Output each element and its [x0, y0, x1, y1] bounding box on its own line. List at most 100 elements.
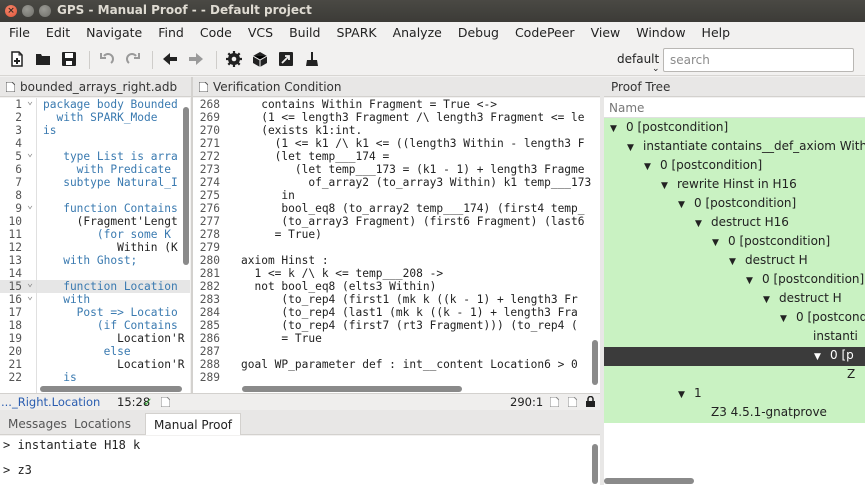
manual-proof-console[interactable]: > instantiate H18 k > z3: [0, 436, 600, 485]
proof-tree-node[interactable]: ▼ destruct H: [729, 251, 808, 270]
code-text: function Location: [43, 280, 178, 293]
open-folder-icon[interactable]: [35, 51, 51, 67]
fold-marker-icon[interactable]: ⌄: [27, 291, 33, 302]
broom-clean-icon[interactable]: [304, 51, 320, 67]
menu-find[interactable]: Find: [149, 25, 191, 40]
left-editor-vscrollbar[interactable]: [183, 107, 189, 265]
tab-verification-condition[interactable]: Verification Condition: [193, 77, 600, 97]
expander-triangle-icon[interactable]: ▼: [746, 272, 756, 291]
back-arrow-icon[interactable]: [162, 51, 178, 67]
tab-messages[interactable]: Messages: [0, 413, 75, 435]
expander-triangle-icon[interactable]: ▼: [627, 139, 637, 158]
code-text: is: [43, 124, 57, 137]
proof-tree-hscrollbar[interactable]: [604, 478, 694, 484]
proof-tree-node[interactable]: ▼ 0 [postcondition]: [746, 270, 864, 289]
box-build-icon[interactable]: [252, 51, 268, 67]
proof-tree-node[interactable]: ▼ destruct H: [763, 289, 842, 308]
vc-editor-vscrollbar[interactable]: [592, 340, 598, 385]
search-input[interactable]: [663, 48, 854, 72]
proof-tree-node[interactable]: ▼ 0 [postcondition]: [644, 156, 762, 175]
expander-triangle-icon[interactable]: ▼: [678, 196, 688, 215]
current-entity-link[interactable]: ..._Right.Location: [1, 395, 100, 409]
proof-tree-node[interactable]: ▼ 0 [p: [814, 346, 854, 365]
menu-codepeer[interactable]: CodePeer: [506, 25, 582, 40]
new-file-icon[interactable]: [9, 51, 25, 67]
expander-triangle-icon[interactable]: ▼: [763, 291, 773, 310]
menu-help[interactable]: Help: [693, 25, 738, 40]
proof-tree-node-label: 0 [p: [830, 348, 854, 362]
line-number: 19: [8, 332, 22, 345]
window-maximize-button[interactable]: [39, 5, 51, 17]
code-line: 12 Within (K: [0, 241, 190, 254]
expander-triangle-icon[interactable]: ▼: [814, 348, 824, 367]
lock-icon[interactable]: [586, 396, 595, 407]
code-text: Post => Locatio: [43, 306, 178, 319]
left-editor-hscrollbar[interactable]: [40, 386, 182, 392]
console-vscrollbar[interactable]: [592, 444, 598, 484]
code-text: goal WP_parameter def : int__content Loc…: [241, 358, 578, 371]
expander-triangle-icon[interactable]: ▼: [695, 215, 705, 234]
proof-tree-node-label: Z3 4.5.1-gnatprove: [711, 405, 827, 419]
expander-triangle-icon[interactable]: ▼: [661, 177, 671, 196]
proof-tree[interactable]: ▼ 0 [postcondition] ▼ instantiate contains_…: [604, 118, 865, 485]
proof-tree-node[interactable]: ▼ 0 [postcondition]: [712, 232, 830, 251]
menu-analyze[interactable]: Analyze: [384, 25, 449, 40]
fold-marker-icon[interactable]: ⌄: [27, 278, 33, 289]
fold-marker-icon[interactable]: ⌄: [27, 98, 33, 107]
gutter-separator: [36, 98, 37, 394]
expander-triangle-icon[interactable]: ▼: [644, 158, 654, 177]
source-editor[interactable]: 1 package body Bounded 2 with SPARK_Mode 3 i…: [0, 98, 190, 393]
menu-file[interactable]: File: [0, 25, 37, 40]
gear-build-icon[interactable]: [226, 51, 242, 67]
menu-spark[interactable]: SPARK: [327, 25, 383, 40]
proof-tree-node[interactable]: ▼ 0 [postcondition]: [780, 308, 865, 327]
proof-tree-node[interactable]: ▼ 0 [postcondition]: [610, 118, 728, 137]
undo-icon[interactable]: [99, 51, 115, 67]
proof-tree-node[interactable]: Z3 4.5.1-gnatprove: [695, 403, 827, 422]
code-line: 270 (exists k1:int.: [193, 124, 600, 137]
proof-tree-header[interactable]: Proof Tree: [604, 77, 865, 97]
expander-triangle-icon[interactable]: ▼: [712, 234, 722, 253]
proof-tree-node[interactable]: ▼ 0 [postcondition]: [678, 194, 796, 213]
line-number: 13: [8, 254, 22, 267]
proof-tree-node[interactable]: instanti: [797, 327, 858, 346]
proof-tree-node[interactable]: ▼ destruct H16: [695, 213, 789, 232]
code-text: with SPARK_Mode: [43, 111, 158, 124]
menu-debug[interactable]: Debug: [449, 25, 506, 40]
save-icon[interactable]: [61, 51, 77, 67]
tab-manual-proof[interactable]: Manual Proof: [145, 413, 242, 435]
proof-tree-node[interactable]: ▼ rewrite Hinst in H16: [661, 175, 797, 194]
chevron-down-icon[interactable]: ⌄: [652, 64, 660, 74]
menu-edit[interactable]: Edit: [37, 25, 77, 40]
run-icon[interactable]: [278, 51, 294, 67]
proof-tree-node[interactable]: ▼ 1: [678, 384, 702, 403]
menu-navigate[interactable]: Navigate: [77, 25, 149, 40]
menu-view[interactable]: View: [582, 25, 628, 40]
code-line: 281 1 <= k /\ k <= temp___208 ->: [193, 267, 600, 280]
console-line: > z3: [3, 463, 32, 477]
menu-window[interactable]: Window: [627, 25, 692, 40]
proof-tree-node[interactable]: Z: [831, 365, 855, 384]
expander-triangle-icon[interactable]: ▼: [780, 310, 790, 329]
line-number: 284: [199, 306, 220, 319]
expander-triangle-icon[interactable]: ▼: [610, 120, 620, 139]
fold-marker-icon[interactable]: ⌄: [27, 200, 33, 211]
redo-icon[interactable]: [125, 51, 141, 67]
proof-tree-column-name[interactable]: Name: [604, 98, 865, 118]
proof-tree-node[interactable]: ▼ instantiate contains__def_axiom Within,: [627, 137, 865, 156]
window-minimize-button[interactable]: [22, 5, 34, 17]
menu-vcs[interactable]: VCS: [239, 25, 280, 40]
tab-source-file[interactable]: bounded_arrays_right.adb: [0, 77, 191, 97]
fold-marker-icon[interactable]: ⌄: [27, 148, 33, 159]
window-close-button[interactable]: ×: [5, 5, 17, 17]
code-text: with Predicate: [43, 163, 171, 176]
expander-triangle-icon[interactable]: ▼: [678, 386, 688, 405]
code-text: Location'R: [43, 358, 185, 371]
tab-locations[interactable]: Locations: [66, 413, 139, 435]
menu-build[interactable]: Build: [280, 25, 327, 40]
expander-triangle-icon[interactable]: ▼: [729, 253, 739, 272]
vc-editor-hscrollbar[interactable]: [242, 386, 462, 392]
forward-arrow-icon[interactable]: [188, 51, 204, 67]
menu-code[interactable]: Code: [191, 25, 239, 40]
verification-condition-editor[interactable]: 268 contains Within Fragment = True <-> 2…: [193, 98, 600, 393]
